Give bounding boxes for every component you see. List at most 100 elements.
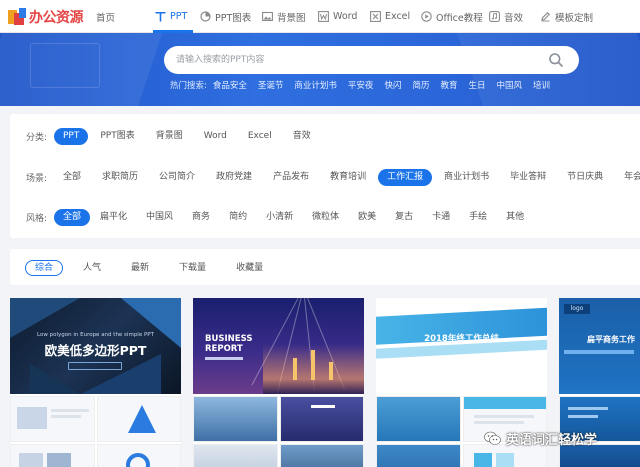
word-icon bbox=[318, 11, 329, 22]
nav-label: 首页 bbox=[96, 12, 116, 24]
hot-search-link[interactable]: 教育 bbox=[440, 79, 457, 91]
hot-search-link[interactable]: 中国风 bbox=[497, 79, 523, 91]
preview-slide bbox=[96, 444, 181, 467]
style-chip[interactable]: 小清新 bbox=[257, 209, 302, 226]
hot-search-link[interactable]: 圣诞节 bbox=[258, 79, 284, 91]
sort-option[interactable]: 最新 bbox=[121, 260, 159, 276]
scene-chip[interactable]: 工作汇报 bbox=[378, 168, 433, 186]
template-subtitle: Low polygon in Europe and the simple PPT bbox=[37, 332, 154, 338]
play-icon bbox=[421, 11, 432, 22]
template-cover: BUSINESS REPORT bbox=[193, 298, 364, 394]
watermark-text: 英语词汇轻松学 bbox=[506, 432, 598, 448]
hot-search-link[interactable]: 简历 bbox=[412, 79, 429, 91]
scene-chip[interactable]: 年会颁奖 bbox=[615, 169, 640, 186]
nav-item-word[interactable]: Word bbox=[318, 0, 357, 33]
hot-search-label: 热门搜索: bbox=[170, 81, 207, 91]
site-logo[interactable]: 办公资源 bbox=[8, 6, 84, 27]
category-chip[interactable]: 背景图 bbox=[147, 128, 192, 145]
search-icon[interactable] bbox=[548, 52, 564, 68]
sort-option[interactable]: 人气 bbox=[73, 260, 111, 276]
category-chip[interactable]: Excel bbox=[239, 128, 281, 145]
category-chip[interactable]: PPT bbox=[54, 127, 89, 145]
category-chip[interactable]: 音效 bbox=[284, 128, 320, 145]
style-chip[interactable]: 商务 bbox=[183, 209, 219, 226]
cover-rule bbox=[564, 350, 634, 354]
cover-button-shape bbox=[68, 362, 122, 370]
template-title: BUSINESS bbox=[205, 334, 253, 344]
hot-search-link[interactable]: 食品安全 bbox=[213, 79, 247, 91]
ppt-icon bbox=[155, 11, 166, 22]
sort-option[interactable]: 综合 bbox=[25, 259, 64, 276]
nav-label: PPT图表 bbox=[215, 12, 252, 24]
template-cover: 2018年终工作总结 bbox=[376, 298, 547, 394]
scene-chip[interactable]: 全部 bbox=[54, 169, 90, 186]
music-icon bbox=[489, 11, 500, 22]
filter-label: 分类: bbox=[26, 132, 48, 143]
wechat-icon bbox=[484, 431, 501, 446]
edit-icon bbox=[540, 11, 551, 22]
nav-item-home[interactable]: 首页 bbox=[96, 0, 115, 33]
template-card[interactable]: Low polygon in Europe and the simple PPT… bbox=[10, 298, 181, 467]
cover-rule bbox=[205, 357, 243, 360]
scene-chip[interactable]: 求职简历 bbox=[93, 169, 147, 186]
style-chip[interactable]: 全部 bbox=[54, 208, 91, 226]
style-chip[interactable]: 手绘 bbox=[460, 209, 496, 226]
scene-filter-row: 场景: 全部 求职简历 公司简介 政府党建 产品发布 教育培训 工作汇报 商业计… bbox=[26, 168, 640, 186]
nav-item-ppt-chart[interactable]: PPT图表 bbox=[200, 0, 251, 33]
hot-search-link[interactable]: 快闪 bbox=[384, 79, 401, 91]
hot-search-link[interactable]: 培训 bbox=[533, 79, 550, 91]
search-input[interactable] bbox=[164, 46, 579, 74]
top-nav: 办公资源 首页 PPT PPT图表 背景图 Word Excel Office教… bbox=[0, 0, 640, 33]
chart-icon bbox=[200, 11, 211, 22]
hot-search-link[interactable]: 商业计划书 bbox=[294, 79, 337, 91]
sort-option[interactable]: 收藏量 bbox=[226, 260, 273, 276]
sort-option[interactable]: 下载量 bbox=[169, 260, 216, 276]
hot-search-link[interactable]: 生日 bbox=[468, 79, 485, 91]
scene-chip[interactable]: 教育培训 bbox=[321, 169, 375, 186]
logo-mark-icon bbox=[8, 7, 26, 26]
scene-chip[interactable]: 节日庆典 bbox=[558, 169, 612, 186]
category-chip[interactable]: PPT图表 bbox=[91, 128, 143, 145]
cover-logo-tag: logo bbox=[564, 304, 590, 314]
nav-item-office-tutorial[interactable]: Office教程 bbox=[421, 0, 483, 33]
style-chip[interactable]: 简约 bbox=[220, 209, 256, 226]
style-chip[interactable]: 微粒体 bbox=[303, 209, 348, 226]
nav-item-custom-template[interactable]: 模板定制 bbox=[540, 0, 593, 33]
filter-label: 风格: bbox=[26, 213, 48, 224]
hot-search-link[interactable]: 平安夜 bbox=[348, 79, 374, 91]
nav-label: 音效 bbox=[504, 12, 524, 24]
scene-chip[interactable]: 产品发布 bbox=[264, 169, 318, 186]
hot-searches: 热门搜索: 食品安全 圣诞节 商业计划书 平安夜 快闪 简历 教育 生日 中国风… bbox=[170, 79, 561, 91]
scene-chip[interactable]: 毕业答辩 bbox=[501, 169, 555, 186]
style-filter-row: 风格: 全部 扁平化 中国风 商务 简约 小清新 微粒体 欧美 复古 卡通 手绘… bbox=[26, 208, 533, 226]
watermark: 英语词汇轻松学 bbox=[484, 427, 597, 449]
nav-item-sound[interactable]: 音效 bbox=[489, 0, 523, 33]
style-chip[interactable]: 中国风 bbox=[137, 209, 182, 226]
sort-options: 综合 人气 最新 下载量 收藏量 bbox=[25, 259, 283, 276]
preview-slide bbox=[10, 444, 95, 467]
template-preview-row bbox=[193, 396, 364, 442]
nav-label: PPT bbox=[170, 11, 188, 22]
filter-panel: 分类: PPT PPT图表 背景图 Word Excel 音效 场景: 全部 求… bbox=[10, 114, 640, 238]
scene-chip[interactable]: 政府党建 bbox=[207, 169, 261, 186]
style-chip[interactable]: 其他 bbox=[497, 209, 533, 226]
nav-item-background[interactable]: 背景图 bbox=[262, 0, 306, 33]
scene-chip[interactable]: 公司简介 bbox=[150, 169, 204, 186]
preview-slide bbox=[376, 444, 461, 467]
template-cover: Low polygon in Europe and the simple PPT… bbox=[10, 298, 181, 394]
filter-label: 场景: bbox=[26, 173, 48, 184]
style-chip[interactable]: 卡通 bbox=[423, 209, 459, 226]
style-chip[interactable]: 欧美 bbox=[349, 209, 385, 226]
category-chip[interactable]: Word bbox=[195, 128, 236, 145]
style-chip[interactable]: 扁平化 bbox=[91, 209, 136, 226]
nav-item-ppt[interactable]: PPT bbox=[155, 0, 187, 33]
nav-item-excel[interactable]: Excel bbox=[370, 0, 410, 33]
template-preview-row bbox=[193, 444, 364, 467]
template-preview-row bbox=[10, 444, 181, 467]
sort-bar: 综合 人气 最新 下载量 收藏量 bbox=[10, 249, 640, 285]
style-chip[interactable]: 复古 bbox=[386, 209, 422, 226]
scene-chip[interactable]: 商业计划书 bbox=[435, 169, 498, 186]
excel-icon bbox=[370, 11, 381, 22]
category-filter-row: 分类: PPT PPT图表 背景图 Word Excel 音效 bbox=[26, 127, 320, 145]
template-card[interactable]: BUSINESS REPORT bbox=[193, 298, 364, 467]
